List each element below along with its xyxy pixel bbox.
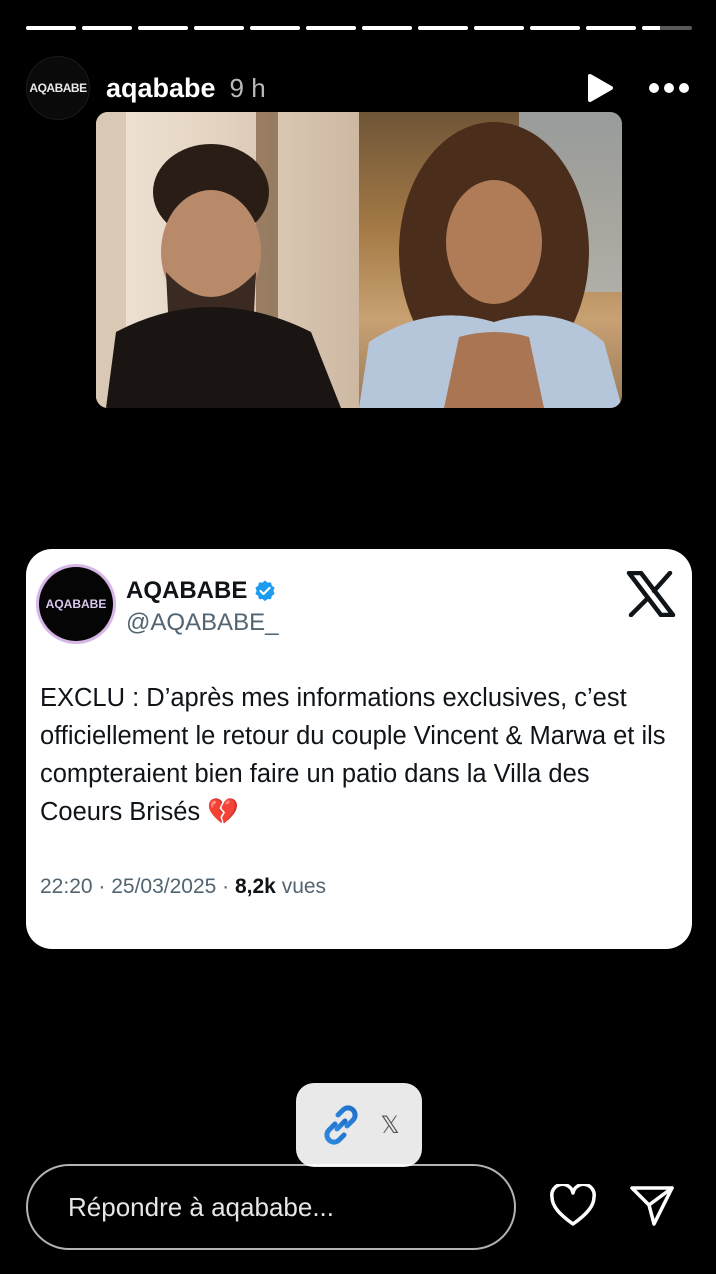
send-icon[interactable] <box>629 1184 675 1228</box>
progress-segment <box>530 26 580 30</box>
tweet-handle: @AQABABE_ <box>126 609 279 636</box>
tweet-avatar: AQABABE <box>39 567 113 641</box>
progress-segment <box>418 26 468 30</box>
progress-segment <box>362 26 412 30</box>
photo-left <box>96 112 359 408</box>
tweet-timestamp: 22:20 · 25/03/2025 · <box>40 875 235 898</box>
post-time: 9 h <box>229 72 266 103</box>
story-photo <box>96 112 622 408</box>
tweet-text: EXCLU : D’après mes informations exclusi… <box>40 684 666 826</box>
tweet-meta: 22:20 · 25/03/2025 · 8,2k vues <box>40 875 326 899</box>
sticker-label: 𝕏 <box>380 1111 400 1139</box>
tweet-avatar-text: AQABABE <box>45 597 107 611</box>
link-icon <box>324 1105 358 1145</box>
story-progress <box>26 26 692 30</box>
tweet-views-label: vues <box>275 875 327 898</box>
tweet-views-count: 8,2k <box>234 875 276 898</box>
progress-segment <box>138 26 188 30</box>
play-icon[interactable] <box>586 73 614 103</box>
progress-segment <box>82 26 132 30</box>
more-icon[interactable] <box>648 82 690 94</box>
avatar-text: AQABABE <box>29 81 87 95</box>
tweet-card[interactable]: AQABABE AQABABE @AQABABE_ EXCLU : D’aprè… <box>26 549 692 949</box>
progress-segment <box>642 26 692 30</box>
tweet-author-name: AQABABE <box>126 577 248 604</box>
avatar[interactable]: AQABABE <box>26 56 90 120</box>
story-header: AQABABE aqababe 9 h <box>26 56 690 120</box>
reply-input[interactable] <box>68 1191 514 1223</box>
x-logo-icon <box>626 570 676 622</box>
progress-segment <box>26 26 76 30</box>
progress-segment <box>194 26 244 30</box>
progress-segment <box>250 26 300 30</box>
username[interactable]: aqababe <box>106 73 216 104</box>
progress-segment <box>474 26 524 30</box>
photo-right <box>359 112 622 408</box>
verified-badge-icon <box>255 580 275 602</box>
progress-segment <box>306 26 356 30</box>
link-sticker[interactable]: 𝕏 <box>296 1083 422 1167</box>
heart-icon[interactable] <box>549 1184 597 1228</box>
progress-segment <box>586 26 636 30</box>
reply-bar[interactable] <box>26 1164 516 1250</box>
